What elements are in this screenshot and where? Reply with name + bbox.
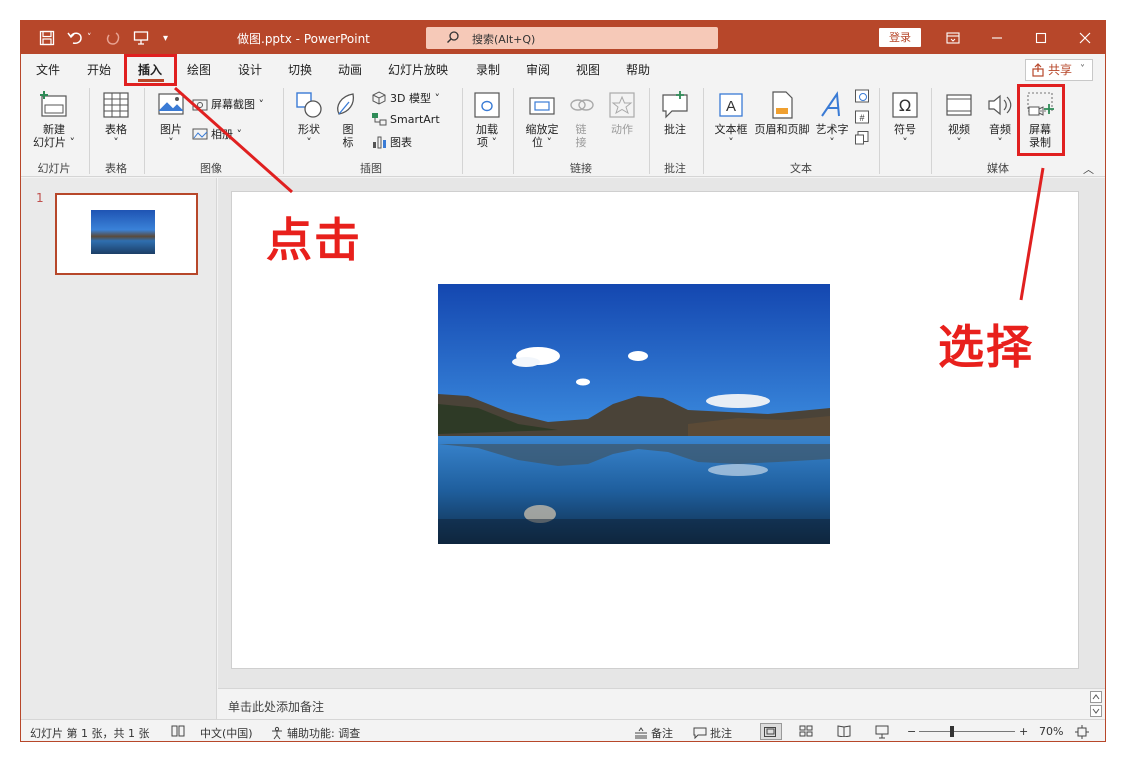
annotation-click: 点击 — [266, 213, 362, 267]
annotation-select: 选择 — [938, 320, 1034, 374]
annotation-lines — [174, 86, 1045, 301]
